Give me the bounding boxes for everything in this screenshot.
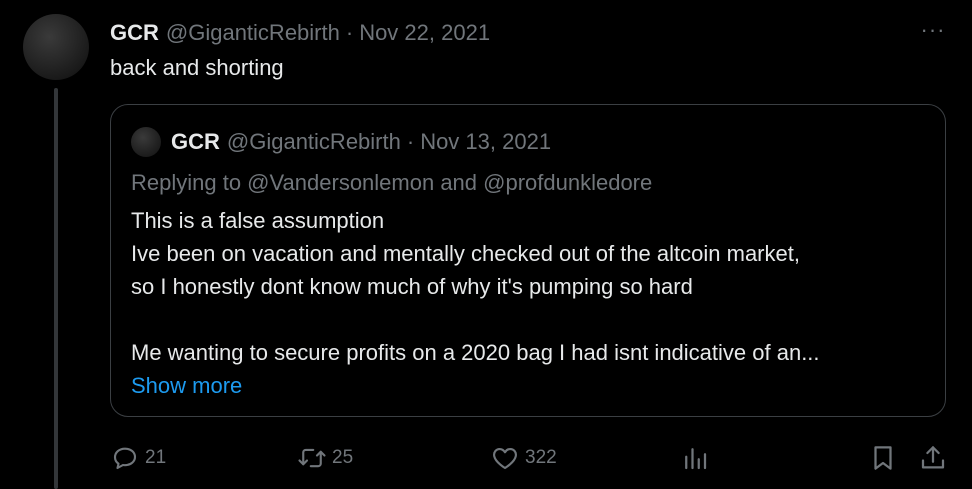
quoted-avatar bbox=[131, 127, 161, 157]
reply-icon bbox=[110, 443, 140, 473]
tweet-header: GCR @GiganticRebirth · Nov 22, 2021 bbox=[110, 18, 490, 48]
thread-line bbox=[54, 88, 58, 489]
replying-to-text: Replying to @Vandersonlemon and @profdun… bbox=[131, 170, 653, 195]
quoted-author-handle: @GiganticRebirth bbox=[226, 129, 401, 154]
show-more-link[interactable]: Show more bbox=[131, 369, 931, 402]
quoted-tweet-card[interactable]: GCR @GiganticRebirth · Nov 13, 2021 Repl… bbox=[110, 104, 946, 417]
share-icon bbox=[918, 443, 948, 473]
share-button[interactable] bbox=[918, 440, 948, 476]
retweet-count: 25 bbox=[332, 447, 354, 468]
quoted-separator-dot: · bbox=[406, 129, 415, 154]
retweet-icon bbox=[297, 443, 327, 473]
quoted-author-name: GCR bbox=[171, 129, 220, 154]
views-button[interactable] bbox=[680, 440, 710, 476]
quoted-tweet-header: GCR @GiganticRebirth · Nov 13, 2021 bbox=[171, 127, 551, 157]
quoted-text-line: Me wanting to secure profits on a 2020 b… bbox=[131, 340, 820, 365]
bookmark-button[interactable] bbox=[868, 440, 898, 476]
separator-dot: · bbox=[345, 20, 354, 45]
quoted-text-line: so I honestly dont know much of why it's… bbox=[131, 274, 693, 299]
tweet[interactable]: GCR @GiganticRebirth · Nov 22, 2021 ··· … bbox=[0, 0, 972, 489]
quoted-text-line: This is a false assumption bbox=[131, 208, 385, 233]
reply-button[interactable]: 21 bbox=[110, 440, 166, 476]
quoted-tweet-date: Nov 13, 2021 bbox=[420, 129, 552, 154]
reply-count: 21 bbox=[145, 447, 167, 468]
quoted-tweet-text: This is a false assumption Ive been on v… bbox=[131, 204, 931, 402]
author-handle[interactable]: @GiganticRebirth bbox=[166, 20, 340, 46]
author-name[interactable]: GCR bbox=[110, 20, 159, 46]
like-count: 322 bbox=[525, 447, 557, 468]
quoted-text-line: Ive been on vacation and mentally checke… bbox=[131, 241, 800, 266]
more-options-icon[interactable]: ··· bbox=[916, 18, 950, 42]
avatar[interactable] bbox=[23, 14, 89, 80]
bookmark-icon bbox=[868, 443, 898, 473]
like-icon bbox=[490, 443, 520, 473]
views-icon bbox=[680, 443, 710, 473]
like-button[interactable]: 322 bbox=[490, 440, 557, 476]
action-bar: 21 25 322 bbox=[110, 440, 950, 476]
tweet-text: back and shorting bbox=[110, 55, 284, 80]
tweet-date[interactable]: Nov 22, 2021 bbox=[359, 20, 490, 46]
retweet-button[interactable]: 25 bbox=[297, 440, 353, 476]
